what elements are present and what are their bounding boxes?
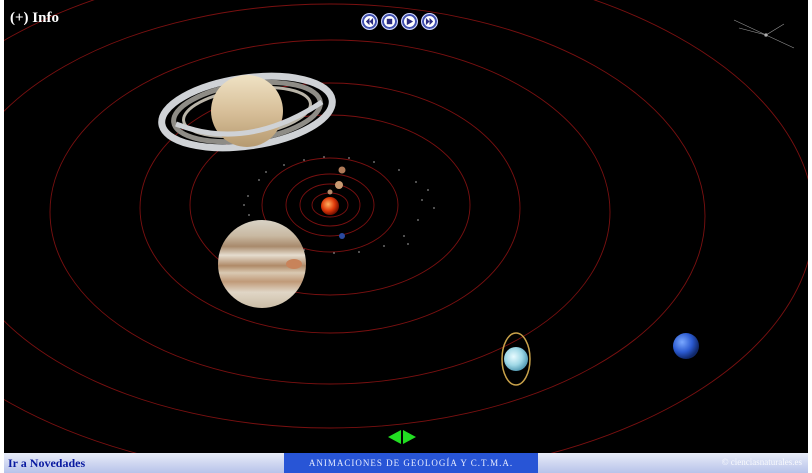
playback-controls bbox=[361, 13, 438, 30]
fast-forward-icon[interactable] bbox=[421, 13, 438, 30]
next-arrow-icon[interactable] bbox=[403, 430, 416, 444]
scene-navigation bbox=[388, 430, 416, 444]
venus bbox=[335, 181, 343, 189]
info-link[interactable]: (+) Info bbox=[10, 10, 59, 27]
sun bbox=[321, 197, 339, 215]
previous-arrow-icon[interactable] bbox=[388, 430, 401, 444]
stop-icon[interactable] bbox=[381, 13, 398, 30]
orbits bbox=[4, 0, 808, 473]
neptune bbox=[673, 333, 699, 359]
novedades-link[interactable]: Ir a Novedades bbox=[8, 456, 85, 471]
solar-system-scene bbox=[4, 0, 808, 473]
mercury bbox=[327, 189, 333, 195]
mars bbox=[338, 166, 346, 174]
play-icon[interactable] bbox=[401, 13, 418, 30]
jupiter bbox=[218, 220, 306, 308]
footer-bar: Ir a Novedades ANIMACIONES DE GEOLOGÍA Y… bbox=[4, 453, 808, 473]
copyright-text: © cienciasnaturales.es bbox=[721, 457, 802, 467]
rewind-icon[interactable] bbox=[361, 13, 378, 30]
animation-stage: (+) Info Ir a Novedades ANIMACIONES DE G… bbox=[4, 0, 808, 473]
saturn bbox=[158, 72, 336, 152]
earth bbox=[339, 233, 345, 239]
comet bbox=[733, 19, 795, 49]
site-banner[interactable]: ANIMACIONES DE GEOLOGÍA Y C.T.M.A. bbox=[284, 453, 538, 473]
